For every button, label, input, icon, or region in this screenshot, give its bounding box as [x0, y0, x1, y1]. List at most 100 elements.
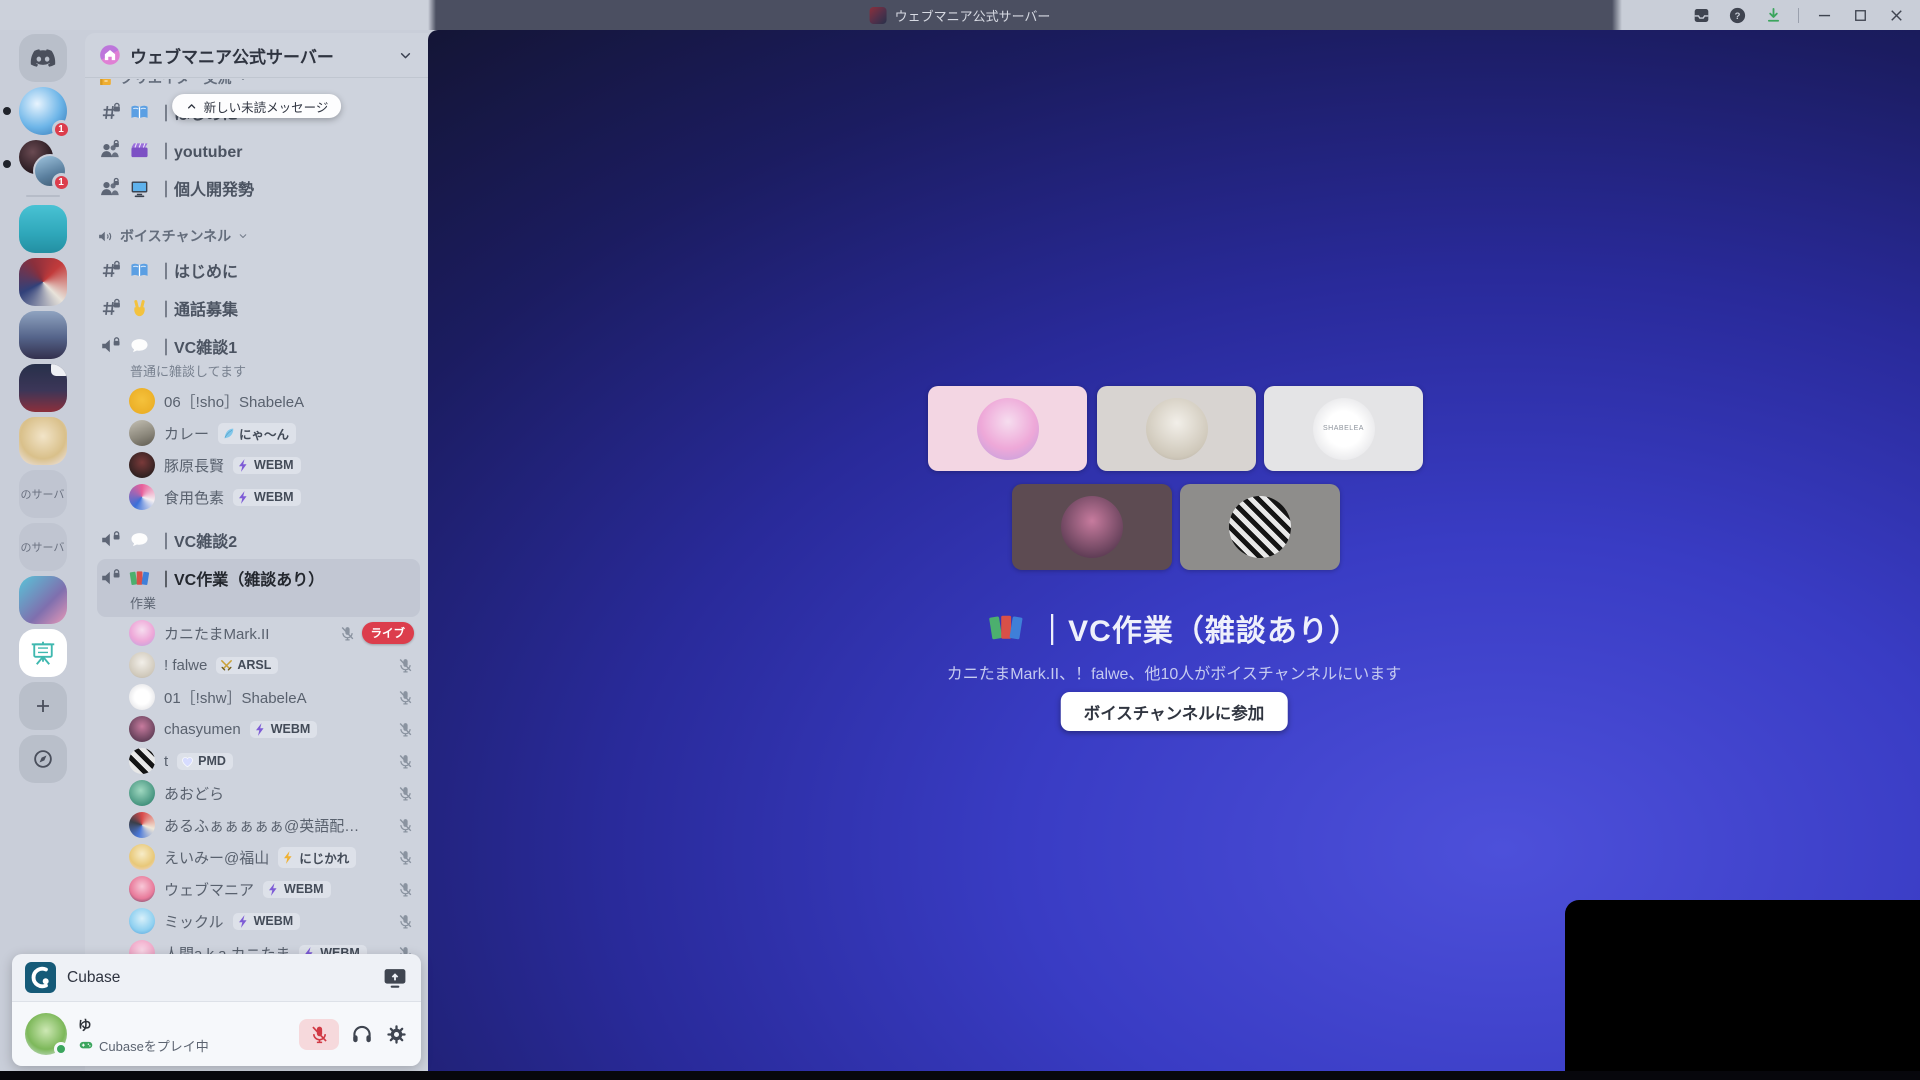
- voice-tile[interactable]: [1097, 386, 1256, 471]
- stream-preview[interactable]: [1565, 900, 1920, 1080]
- voice-member-row[interactable]: えいみー@福山 にじかれ: [97, 841, 428, 873]
- voice-lock-icon: [99, 335, 121, 357]
- channel-row[interactable]: ｜個人開発勢: [97, 169, 428, 207]
- voice-tile[interactable]: SHABELEA: [1264, 386, 1423, 471]
- activity-app-name: Cubase: [67, 968, 121, 986]
- server-blonde-girl[interactable]: [18, 417, 67, 465]
- channel-name: ｜VC雑談2: [158, 534, 238, 551]
- mic-muted-icon: [397, 689, 414, 706]
- channel-row[interactable]: ｜youtuber: [97, 131, 428, 169]
- member-avatar: [129, 908, 155, 934]
- unread-messages-pill[interactable]: 新しい未読メッセージ: [171, 94, 342, 118]
- voice-member-row[interactable]: あおどら: [97, 777, 428, 809]
- user-activity-status: Cubaseをプレイ中: [99, 1038, 209, 1054]
- titlebar: ウェブマニア公式サーバー ?: [0, 0, 1920, 30]
- headphones-button[interactable]: [350, 1022, 374, 1046]
- maximize-button[interactable]: [1842, 0, 1878, 30]
- channel-row[interactable]: ｜VC作業（雑談あり） 作業: [97, 559, 420, 617]
- voice-member-row[interactable]: 01［!shw］ShabeleA: [97, 681, 428, 713]
- mic-muted-icon: [339, 625, 356, 642]
- voice-member-row[interactable]: あるふぁぁぁぁぁ@英語配列?&茶軸...: [97, 809, 428, 841]
- clapper-emoji-icon: [129, 140, 150, 161]
- voice-member-row[interactable]: カニたまMark.II ライブ: [97, 617, 428, 649]
- close-button[interactable]: [1878, 0, 1914, 30]
- channel-row[interactable]: ｜VC雑談2: [97, 521, 428, 559]
- voice-tile[interactable]: [1180, 484, 1340, 570]
- member-avatar: [129, 484, 155, 510]
- voice-member-row[interactable]: ミックル WEBM: [97, 905, 428, 937]
- join-voice-button[interactable]: ボイスチャンネルに参加: [1060, 692, 1288, 731]
- feather-icon: [221, 426, 236, 441]
- member-name: あるふぁぁぁぁぁ@英語配列?&茶軸...: [164, 817, 364, 835]
- channel-row[interactable]: ｜通話募集: [97, 289, 428, 327]
- server-easel[interactable]: [18, 629, 67, 677]
- voice-member-row[interactable]: 食用色素 WEBM: [97, 481, 428, 513]
- voice-member-row[interactable]: t PMD: [97, 745, 428, 777]
- member-name: chasyumen: [164, 720, 241, 738]
- server-collage[interactable]: [18, 258, 67, 306]
- voice-member-row[interactable]: chasyumen WEBM: [97, 713, 428, 745]
- bolt-purple-icon: [266, 882, 281, 897]
- share-screen-icon[interactable]: [382, 965, 408, 991]
- server-couple-art[interactable]: [18, 576, 67, 624]
- mic-mute-button[interactable]: [299, 1018, 339, 1050]
- channel-row[interactable]: ｜はじめに: [97, 251, 428, 289]
- open-book-emoji-icon: [129, 260, 150, 281]
- books-emoji-icon: [988, 610, 1024, 646]
- dm-user[interactable]: 1: [2, 87, 71, 139]
- chevron-down-icon: [237, 230, 249, 242]
- server-folder-label: のサーバ: [20, 542, 65, 554]
- role-badge: にゃ～ん: [218, 422, 297, 444]
- server-news[interactable]: [18, 311, 67, 359]
- channel-row[interactable]: ｜VC雑談1 普通に雑談してます: [97, 327, 428, 385]
- minimize-button[interactable]: [1806, 0, 1842, 30]
- help-icon: ?: [1728, 6, 1747, 25]
- voice-member-row[interactable]: ! falwe ARSL: [97, 649, 428, 681]
- inbox-button[interactable]: [1683, 0, 1719, 30]
- settings-gear-button[interactable]: [385, 1023, 408, 1046]
- server-webmania-pixel[interactable]: [18, 364, 67, 412]
- guild-name: ウェブマニア公式サーバー: [130, 47, 334, 67]
- add-server-button[interactable]: [18, 682, 67, 730]
- member-name: t: [164, 752, 169, 770]
- discord-home-button[interactable]: [18, 34, 67, 82]
- people-lock-icon: [99, 139, 121, 161]
- voice-member-row[interactable]: ウェブマニア WEBM: [97, 873, 428, 905]
- voice-lock-icon: [99, 529, 121, 551]
- swords-icon: [219, 658, 234, 673]
- voice-member-row[interactable]: 豚原長賢 WEBM: [97, 449, 428, 481]
- voice-tile[interactable]: [928, 386, 1087, 471]
- user-avatar[interactable]: [25, 1013, 68, 1056]
- channel-row-main: ｜はじめに: [97, 253, 428, 287]
- voice-member-row[interactable]: カレー にゃ～ん: [97, 417, 428, 449]
- category-header[interactable]: クリエイター交流: [97, 79, 428, 93]
- update-download-button[interactable]: [1755, 0, 1791, 30]
- inbox-icon: [1692, 6, 1711, 25]
- member-name: ウェブマニア: [164, 881, 255, 899]
- voice-member-row[interactable]: 06［!sho］ShabeleA: [97, 385, 428, 417]
- dm-group[interactable]: 1: [2, 140, 71, 192]
- maximize-icon: [1851, 6, 1870, 25]
- member-status-icons: [397, 849, 428, 866]
- voice-tile[interactable]: [1012, 484, 1172, 570]
- channel-description: 普通に雑談してます: [130, 364, 246, 379]
- member-avatar: [129, 620, 155, 646]
- explore-servers-button[interactable]: [18, 735, 67, 783]
- guild-header[interactable]: ウェブマニア公式サーバー: [85, 33, 428, 78]
- user-dock: Cubase ゆ Cubaseをプレイ中: [12, 954, 421, 1066]
- user-info[interactable]: ゆ Cubaseをプレイ中: [78, 1014, 209, 1055]
- member-name: あおどら: [164, 785, 225, 803]
- server-teal-face[interactable]: [18, 205, 67, 253]
- server-folder-2[interactable]: のサーバ: [18, 523, 67, 571]
- server-folder-1[interactable]: のサーバ: [18, 470, 67, 518]
- help-button[interactable]: ?: [1719, 0, 1755, 30]
- category-header[interactable]: ボイスチャンネル: [97, 221, 428, 251]
- activity-card[interactable]: Cubase: [12, 954, 421, 1002]
- avatar-logo-text: SHABELEA: [1323, 425, 1364, 432]
- channel-row-main: ｜個人開発勢: [97, 171, 428, 205]
- member-avatar: [129, 420, 155, 446]
- role-badge: WEBM: [233, 488, 301, 506]
- member-avatar: [129, 780, 155, 806]
- people-lock-icon: [99, 177, 121, 199]
- bolt-purple-icon: [253, 722, 268, 737]
